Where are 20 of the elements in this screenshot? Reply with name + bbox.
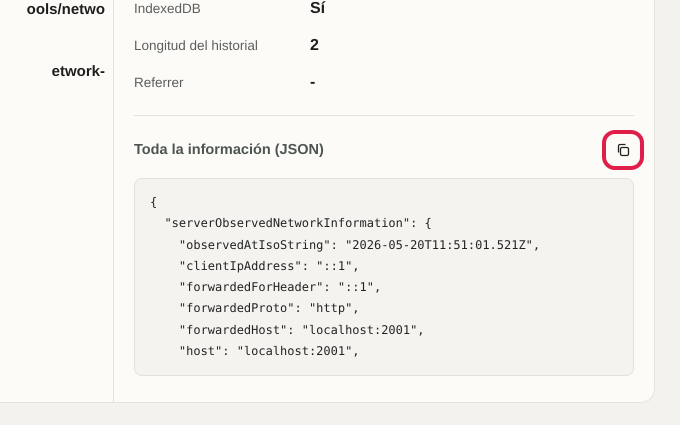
- copy-button[interactable]: [602, 130, 644, 170]
- code-line: "forwardedProto": "http",: [178, 300, 361, 318]
- code-line: "forwardedHost": "localhost:2001",: [178, 322, 426, 339]
- code-line: "forwardedForHeader": "::1",: [178, 279, 382, 296]
- json-text-area[interactable]: [134, 178, 634, 376]
- url-text: ools/netwo: [26, 0, 105, 20]
- detail-label: IndexedDB: [134, 1, 202, 16]
- code-line: "clientIpAddress": "::1",: [178, 258, 361, 275]
- detail-value: -: [310, 74, 316, 92]
- detail-value: Sí: [310, 0, 326, 18]
- copy-icon: [616, 143, 630, 157]
- detail-value: 2: [310, 36, 319, 54]
- code-line: "serverObservedNetworkInformation": {: [163, 215, 433, 232]
- code-line: "observedAtIsoString": "2026-05-20T11:51:01.521Z",: [178, 236, 542, 254]
- code-line: "host": "localhost:2001",: [178, 343, 361, 360]
- url-text: etwork-: [52, 62, 105, 82]
- section-title: Toda la información (JSON): [134, 142, 324, 158]
- detail-label: Longitud del historial: [134, 38, 259, 53]
- code-line: {: [150, 194, 158, 211]
- detail-label: Referrer: [134, 75, 185, 90]
